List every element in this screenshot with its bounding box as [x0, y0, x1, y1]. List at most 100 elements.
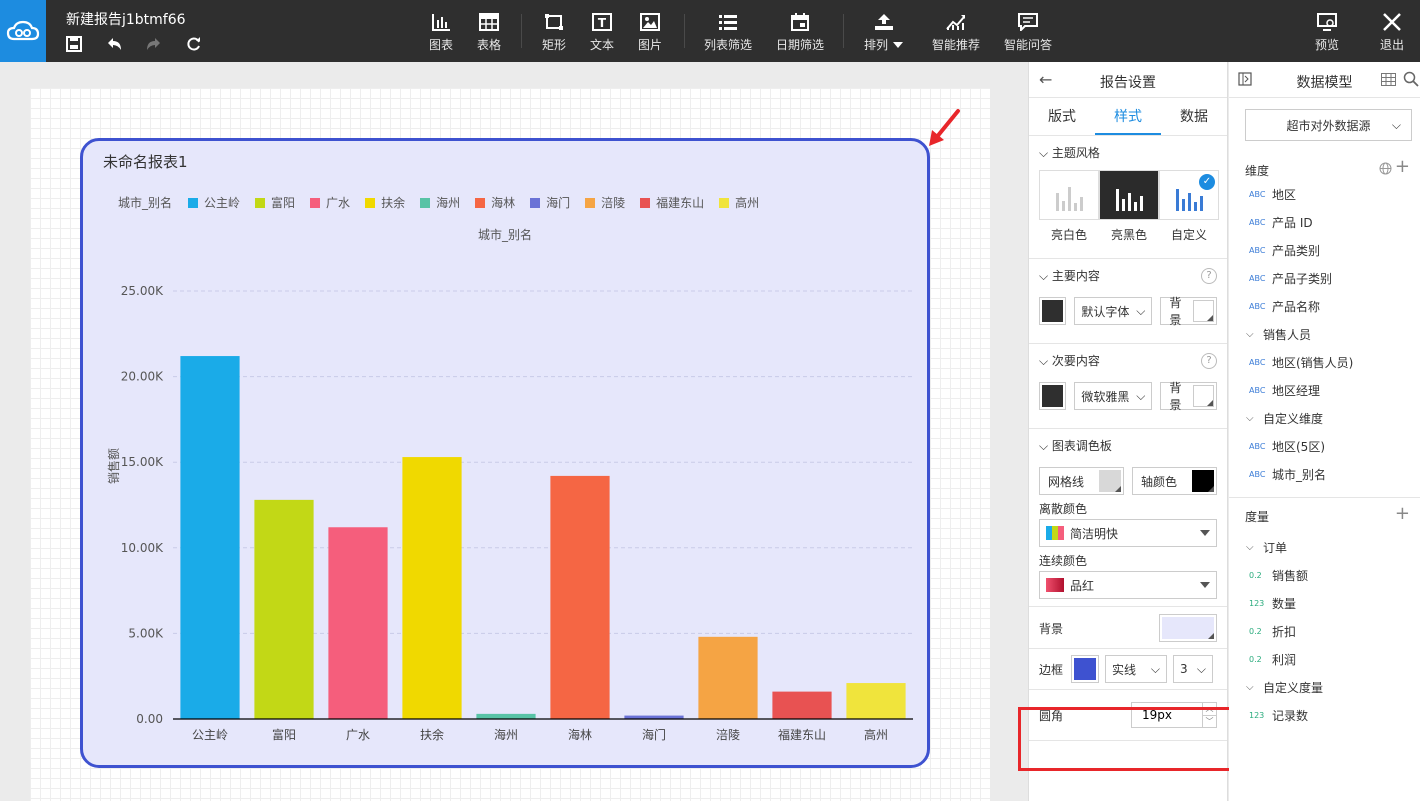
- exit-button[interactable]: 退出: [1380, 11, 1404, 53]
- tool-table[interactable]: 表格: [477, 11, 501, 53]
- field-item[interactable]: ABC 产品子类别: [1249, 270, 1332, 287]
- axis-color[interactable]: 轴颜色: [1132, 467, 1217, 495]
- theme-custom[interactable]: ✓: [1159, 170, 1219, 220]
- top-toolbar: 新建报告j1btmf66 图表 表格 矩形 T 文本 图片 列表筛选 日期筛选 …: [0, 0, 1420, 62]
- tab-style[interactable]: 样式: [1095, 98, 1161, 135]
- theme-section-header[interactable]: ⌵ 主题风格: [1029, 136, 1227, 170]
- field-item[interactable]: 0.2 销售额: [1249, 567, 1308, 584]
- field-folder[interactable]: ⌵ 销售人员: [1246, 326, 1311, 343]
- bar[interactable]: [476, 713, 536, 719]
- field-name: 产品 ID: [1272, 216, 1313, 230]
- field-item[interactable]: ABC 地区经理: [1249, 382, 1320, 399]
- theme-dark[interactable]: [1099, 170, 1159, 220]
- field-item[interactable]: 123 记录数: [1249, 707, 1308, 724]
- field-item[interactable]: ABC 产品 ID: [1249, 214, 1313, 231]
- bar[interactable]: [846, 683, 906, 719]
- field-name: 折扣: [1272, 625, 1297, 639]
- primary-font-color[interactable]: [1039, 297, 1067, 325]
- search-icon[interactable]: [1403, 71, 1419, 90]
- secondary-content-header[interactable]: ⌵ 次要内容?: [1029, 344, 1227, 378]
- rectangle-icon: [544, 11, 564, 33]
- x-tick-label: 涪陵: [716, 727, 740, 742]
- border-color[interactable]: [1071, 655, 1099, 683]
- tool-arrange[interactable]: 排列: [864, 11, 904, 53]
- bar[interactable]: [772, 691, 832, 719]
- bar[interactable]: [550, 475, 610, 719]
- tool-text[interactable]: T 文本: [590, 11, 614, 53]
- globe-icon[interactable]: [1379, 162, 1392, 178]
- chevron-down-icon: ⌵: [1039, 439, 1052, 453]
- table-view-icon[interactable]: [1381, 73, 1396, 89]
- field-folder[interactable]: ⌵ 自定义度量: [1246, 679, 1323, 696]
- field-name: 地区经理: [1272, 384, 1321, 398]
- chevron-down-icon: ⌵: [1246, 682, 1254, 693]
- primary-font-select[interactable]: 默认字体 ⌵: [1074, 297, 1153, 325]
- discrete-color-select[interactable]: 简洁明快: [1039, 519, 1217, 547]
- undo-icon[interactable]: [104, 34, 124, 54]
- border-style-select[interactable]: 实线 ⌵: [1105, 655, 1167, 683]
- field-item[interactable]: ABC 地区: [1249, 186, 1296, 203]
- chart-card[interactable]: 未命名报表1 城市_别名 公主岭 富阳 广水 扶余 海州 海林 海门 涪陵 福建东山 高州 城市_…: [80, 138, 930, 768]
- field-folder[interactable]: ⌵ 订单: [1246, 539, 1287, 556]
- field-item[interactable]: ABC 地区(5区): [1249, 438, 1325, 455]
- add-measure-icon[interactable]: +: [1395, 503, 1410, 524]
- bar[interactable]: [698, 636, 758, 719]
- preview-icon: [1317, 11, 1337, 33]
- secondary-bg-color[interactable]: 背景: [1160, 381, 1217, 412]
- card-bg-color[interactable]: [1159, 614, 1217, 642]
- tool-chart[interactable]: 图表: [429, 11, 453, 53]
- cloud-logo-icon[interactable]: [0, 0, 46, 62]
- tool-list-filter[interactable]: 列表筛选: [704, 11, 752, 53]
- y-tick-label: 25.00K: [121, 284, 164, 298]
- primary-bg-color[interactable]: 背景: [1160, 296, 1217, 327]
- grid-line-color[interactable]: 网格线: [1039, 467, 1124, 495]
- tool-smart-recommend[interactable]: 智能推荐: [932, 11, 980, 53]
- border-width-select[interactable]: 3 ⌵: [1173, 655, 1213, 683]
- tool-smart-qa[interactable]: 智能问答: [1004, 11, 1052, 53]
- data-source-select[interactable]: 超市对外数据源 ⌵: [1245, 109, 1412, 141]
- field-item[interactable]: ABC 地区(销售人员): [1249, 354, 1353, 371]
- red-arrow-annotation: [929, 109, 960, 146]
- secondary-font-select[interactable]: 微软雅黑 ⌵: [1074, 382, 1153, 410]
- tab-data[interactable]: 数据: [1161, 98, 1227, 135]
- field-item[interactable]: ABC 产品名称: [1249, 298, 1320, 315]
- field-item[interactable]: 123 数量: [1249, 595, 1296, 612]
- field-name: 产品子类别: [1272, 272, 1333, 286]
- tool-rectangle[interactable]: 矩形: [542, 11, 566, 53]
- primary-content-header[interactable]: ⌵ 主要内容?: [1029, 259, 1227, 293]
- help-icon[interactable]: ?: [1201, 268, 1217, 284]
- arrange-icon: [873, 11, 895, 33]
- image-icon: [640, 11, 660, 33]
- add-dimension-icon[interactable]: +: [1395, 156, 1410, 177]
- caret-down-icon: [893, 41, 904, 48]
- theme-light[interactable]: [1039, 170, 1099, 220]
- radius-highlight-box: [1018, 707, 1239, 771]
- tab-layout[interactable]: 版式: [1029, 98, 1095, 135]
- smart-recommend-icon: [945, 11, 967, 33]
- field-item[interactable]: ABC 城市_别名: [1249, 466, 1326, 483]
- continuous-color-select[interactable]: 品红: [1039, 571, 1217, 599]
- bar[interactable]: [180, 356, 240, 719]
- palette-section-header[interactable]: ⌵ 图表调色板: [1029, 429, 1227, 463]
- field-item[interactable]: 0.2 利润: [1249, 651, 1296, 668]
- y-tick-label: 15.00K: [121, 455, 164, 469]
- save-icon[interactable]: [64, 34, 84, 54]
- palette-icon: [1046, 526, 1064, 540]
- redo-icon[interactable]: [144, 34, 164, 54]
- bar[interactable]: [402, 457, 462, 719]
- tool-image[interactable]: 图片: [638, 11, 662, 53]
- table-icon: [479, 11, 499, 33]
- preview-button[interactable]: 预览: [1315, 11, 1339, 53]
- bar[interactable]: [254, 499, 314, 719]
- field-folder[interactable]: ⌵ 自定义维度: [1246, 410, 1323, 427]
- field-name: 利润: [1272, 653, 1297, 667]
- report-title[interactable]: 新建报告j1btmf66: [66, 9, 186, 29]
- refresh-icon[interactable]: [184, 34, 204, 54]
- tool-date-filter[interactable]: 日期筛选: [776, 11, 824, 53]
- secondary-font-color[interactable]: [1039, 382, 1067, 410]
- help-icon[interactable]: ?: [1201, 353, 1217, 369]
- field-item[interactable]: ABC 产品类别: [1249, 242, 1320, 259]
- x-tick-label: 海州: [494, 727, 518, 742]
- field-item[interactable]: 0.2 折扣: [1249, 623, 1296, 640]
- bar[interactable]: [328, 527, 388, 719]
